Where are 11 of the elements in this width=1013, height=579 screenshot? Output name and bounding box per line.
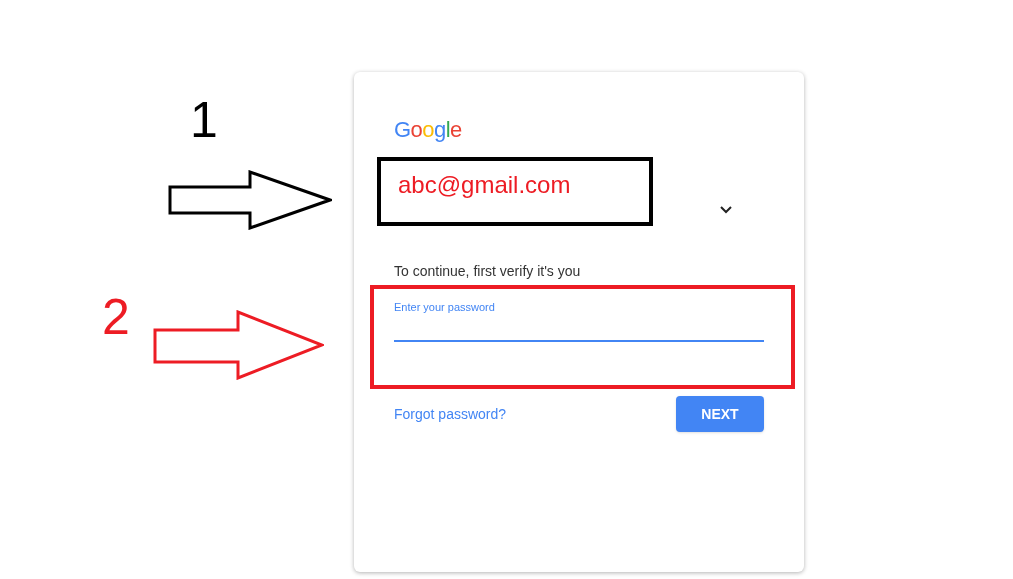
chevron-down-icon[interactable] <box>720 206 732 214</box>
next-button[interactable]: NEXT <box>676 396 764 432</box>
forgot-password-link[interactable]: Forgot password? <box>394 403 507 425</box>
logo: Google <box>394 116 462 144</box>
arrow-icon <box>168 170 332 230</box>
account-email: abc@gmail.com <box>398 170 571 200</box>
password-field[interactable]: Enter your password <box>394 300 764 342</box>
step-number: 2 <box>102 292 130 342</box>
step-number: 1 <box>190 95 218 145</box>
prompt-text: To continue, first verify it's you <box>394 262 582 280</box>
arrow-icon <box>153 310 324 380</box>
